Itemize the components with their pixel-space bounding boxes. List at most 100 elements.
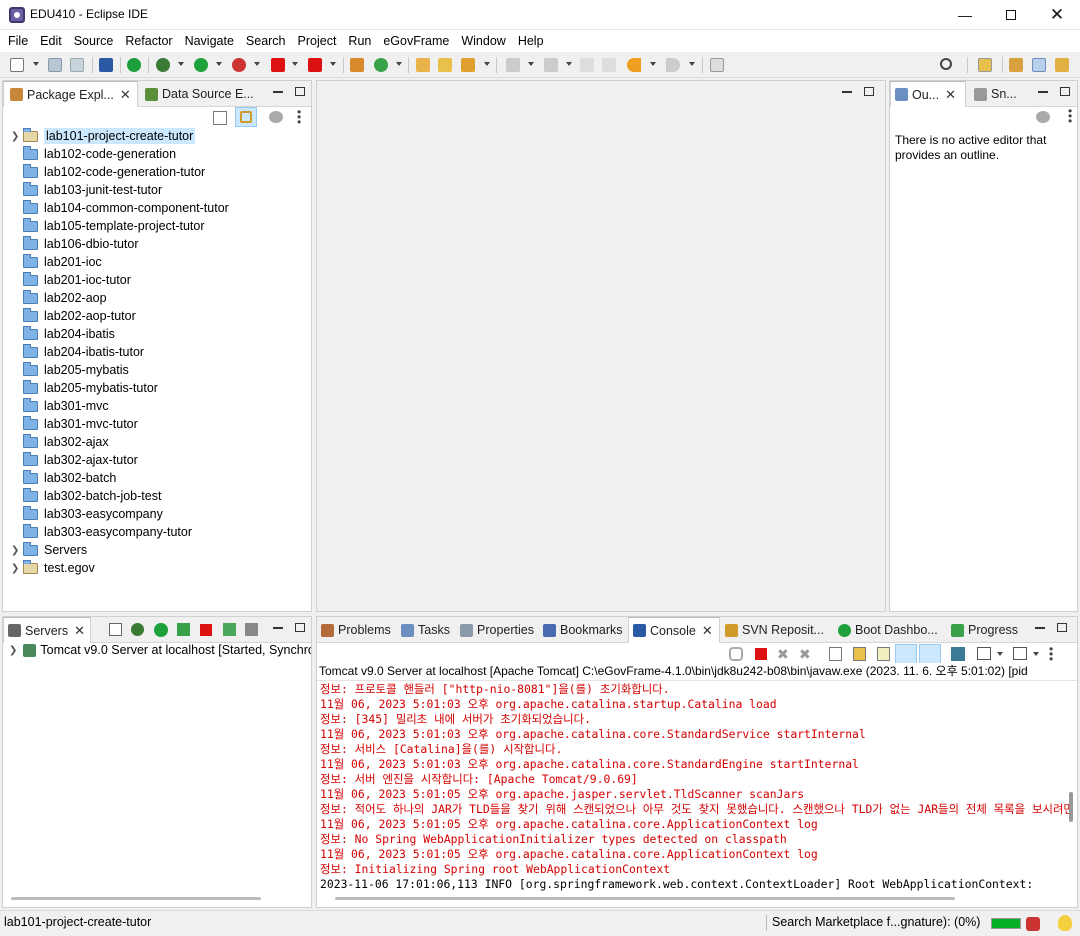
remove-all-icon[interactable]: ✖ xyxy=(799,647,813,661)
new-icon[interactable] xyxy=(10,58,24,72)
chevron-right-icon[interactable]: ❯ xyxy=(9,645,17,656)
minimize-button[interactable]: — xyxy=(942,0,988,30)
tree-item[interactable]: ❯ test.egov xyxy=(3,559,311,577)
publish-server-icon[interactable] xyxy=(223,623,236,636)
chevron-right-icon[interactable]: ❯ xyxy=(11,563,21,574)
minimize-console-icon[interactable] xyxy=(1035,627,1045,629)
tree-item[interactable]: lab302-batch xyxy=(3,469,311,487)
collapse-all-icon[interactable] xyxy=(213,111,227,125)
close-console-tab-icon[interactable]: ✕ xyxy=(702,623,713,639)
maximize-outline-icon[interactable] xyxy=(1060,87,1070,96)
new-class-dropdown-icon[interactable] xyxy=(396,62,402,66)
maximize-view-icon[interactable] xyxy=(295,87,305,96)
tab-boot-dashboard[interactable]: Boot Dashbo... xyxy=(838,617,938,643)
external-tools-icon[interactable] xyxy=(308,58,322,72)
tree-item[interactable]: lab303-easycompany-tutor xyxy=(3,523,311,541)
stop-icon[interactable] xyxy=(271,58,285,72)
chevron-right-icon[interactable]: ❯ xyxy=(11,545,21,556)
minimize-editor-icon[interactable] xyxy=(842,91,852,93)
debug-perspective-icon[interactable] xyxy=(1055,58,1069,72)
open-type-icon[interactable] xyxy=(416,58,430,72)
server-entry[interactable]: ❯ Tomcat v9.0 Server at localhost [Start… xyxy=(3,641,311,659)
link-icon[interactable] xyxy=(729,647,743,661)
tree-item[interactable]: lab303-easycompany xyxy=(3,505,311,523)
tab-svn-repositories[interactable]: SVN Reposit... xyxy=(725,617,824,643)
open-console-dropdown-icon[interactable] xyxy=(1033,652,1039,656)
menu-source[interactable]: Source xyxy=(68,30,120,52)
new-dropdown-icon[interactable] xyxy=(33,62,39,66)
maximize-editor-icon[interactable] xyxy=(864,87,874,96)
tree-item[interactable]: lab201-ioc xyxy=(3,253,311,271)
debug-server-icon[interactable] xyxy=(131,623,144,636)
tree-item[interactable]: lab302-batch-job-test xyxy=(3,487,311,505)
search-icon[interactable] xyxy=(940,58,952,70)
tree-item[interactable]: lab205-mybatis-tutor xyxy=(3,379,311,397)
open-resource-icon[interactable] xyxy=(438,58,452,72)
stop-dropdown-icon[interactable] xyxy=(292,62,298,66)
tree-item[interactable]: lab204-ibatis xyxy=(3,325,311,343)
tree-item[interactable]: lab106-dbio-tutor xyxy=(3,235,311,253)
link-with-editor-icon[interactable] xyxy=(235,107,257,127)
close-outline-tab-icon[interactable]: ✕ xyxy=(945,87,956,103)
close-servers-tab-icon[interactable]: ✕ xyxy=(74,623,85,639)
tab-data-source-explorer[interactable]: Data Source E... xyxy=(141,81,256,107)
menu-edit[interactable]: Edit xyxy=(34,30,68,52)
show-stderr-icon[interactable] xyxy=(919,644,941,664)
tree-item[interactable]: lab202-aop xyxy=(3,289,311,307)
close-tab-icon[interactable]: ✕ xyxy=(120,87,131,103)
tree-item[interactable]: lab202-aop-tutor xyxy=(3,307,311,325)
tree-item[interactable]: lab302-ajax-tutor xyxy=(3,451,311,469)
tree-item[interactable]: ❯ Servers xyxy=(3,541,311,559)
forward-icon[interactable] xyxy=(666,58,680,72)
debug-icon[interactable] xyxy=(156,58,170,72)
scroll-lock-icon[interactable] xyxy=(853,647,866,661)
maximize-servers-icon[interactable] xyxy=(295,623,305,632)
console-vscrollbar[interactable] xyxy=(1069,792,1073,822)
coverage-icon[interactable] xyxy=(232,58,246,72)
tree-item[interactable]: lab105-template-project-tutor xyxy=(3,217,311,235)
prev-annotation-icon[interactable] xyxy=(544,58,558,72)
tab-console[interactable]: Console ✕ xyxy=(628,617,720,643)
save-icon[interactable] xyxy=(48,58,62,72)
console-hscrollbar[interactable] xyxy=(335,897,955,900)
display-console-icon[interactable] xyxy=(977,647,991,660)
tree-item[interactable]: lab302-ajax xyxy=(3,433,311,451)
console-menu-icon[interactable]: • • • xyxy=(1049,643,1055,665)
tab-tasks[interactable]: Tasks xyxy=(401,617,450,643)
menu-project[interactable]: Project xyxy=(292,30,343,52)
last-edit-icon[interactable] xyxy=(580,58,594,72)
search-tool-icon[interactable] xyxy=(461,58,475,72)
back-dropdown-icon[interactable] xyxy=(650,62,656,66)
console-output[interactable]: 정보: 프로토콜 핸들러 ["http-nio-8081"]을(를) 초기화합니… xyxy=(317,681,1069,891)
tree-item[interactable]: ❯ lab101-project-create-tutor xyxy=(3,127,311,145)
tree-item[interactable]: lab201-ioc-tutor xyxy=(3,271,311,289)
pin-editor-icon[interactable] xyxy=(710,58,724,72)
tab-bookmarks[interactable]: Bookmarks xyxy=(543,617,623,643)
tree-item[interactable]: lab102-code-generation xyxy=(3,145,311,163)
tree-item[interactable]: lab103-junit-test-tutor xyxy=(3,181,311,199)
save-all-icon[interactable] xyxy=(70,58,84,72)
outline-filter-icon[interactable] xyxy=(1036,111,1050,123)
servers-scrollbar[interactable] xyxy=(11,897,261,900)
tab-snippets[interactable]: Sn... xyxy=(970,81,1022,107)
java-perspective-icon[interactable] xyxy=(1009,58,1023,72)
stop-server-icon[interactable] xyxy=(200,624,212,636)
clear-console-icon[interactable] xyxy=(829,647,842,661)
maximize-console-icon[interactable] xyxy=(1057,623,1067,632)
disconnect-server-icon[interactable] xyxy=(245,623,258,636)
filter-icon[interactable] xyxy=(269,111,283,123)
tip-lightbulb-icon[interactable] xyxy=(1058,915,1072,931)
pin-console-icon[interactable] xyxy=(951,647,965,661)
package-icon[interactable] xyxy=(350,58,364,72)
close-button[interactable]: ✕ xyxy=(1034,0,1080,30)
collapse-servers-icon[interactable] xyxy=(109,623,122,636)
open-console-icon[interactable] xyxy=(1013,647,1027,660)
tab-outline[interactable]: Ou... ✕ xyxy=(890,81,966,107)
forward-edit-icon[interactable] xyxy=(602,58,616,72)
tab-problems[interactable]: Problems xyxy=(319,617,391,643)
word-wrap-icon[interactable] xyxy=(877,647,890,661)
tree-item[interactable]: lab204-ibatis-tutor xyxy=(3,343,311,361)
menu-window[interactable]: Window xyxy=(455,30,511,52)
prev-annotation-dropdown-icon[interactable] xyxy=(566,62,572,66)
show-stdout-icon[interactable] xyxy=(895,644,917,664)
